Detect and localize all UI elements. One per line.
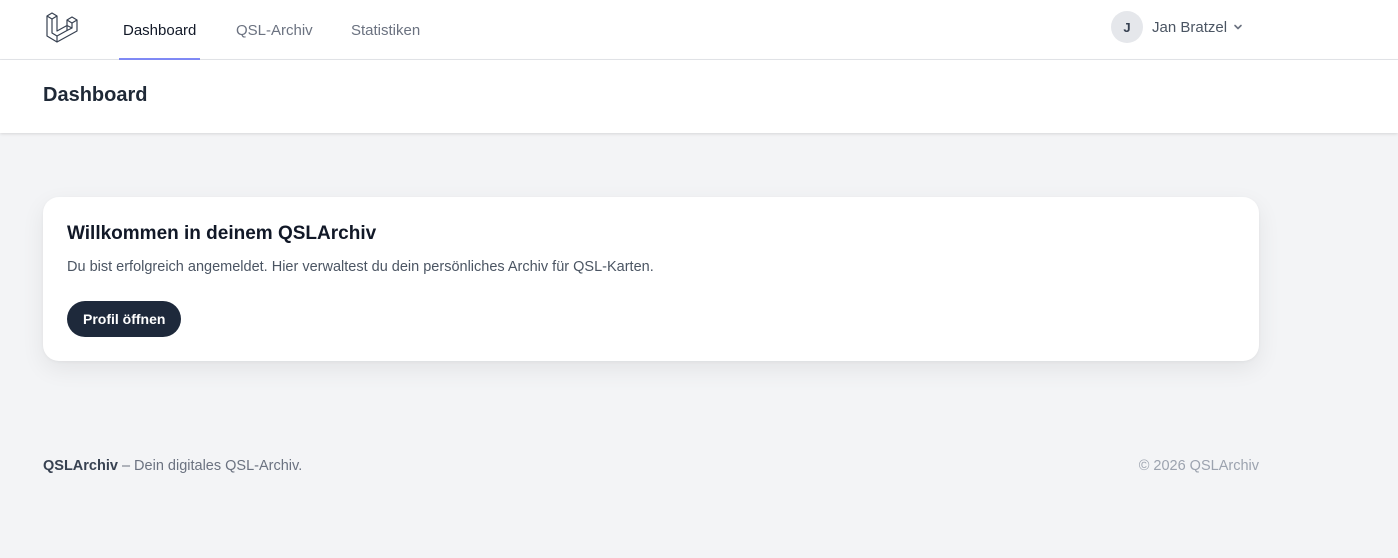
footer-tagline: QSLArchiv – Dein digitales QSL-Archiv. — [43, 458, 302, 474]
user-menu-dropdown[interactable]: J Jan Bratzel — [1111, 11, 1243, 43]
nav-link-qsl-archiv[interactable]: QSL-Archiv — [236, 0, 313, 60]
avatar: J — [1111, 11, 1143, 43]
nav-link-statistiken[interactable]: Statistiken — [351, 0, 420, 60]
footer-tagline-text: – Dein digitales QSL-Archiv. — [117, 458, 303, 474]
welcome-card: Willkommen in deinem QSLArchiv Du bist e… — [43, 197, 1259, 361]
welcome-text: Du bist erfolgreich angemeldet. Hier ver… — [67, 259, 654, 275]
page-header: Dashboard — [0, 60, 1398, 133]
top-navigation: Dashboard QSL-Archiv Statistiken J Jan B… — [0, 0, 1398, 60]
chevron-down-icon — [1234, 24, 1242, 30]
nav-link-dashboard[interactable]: Dashboard — [118, 0, 201, 60]
user-name: Jan Bratzel — [1152, 18, 1228, 36]
page-title: Dashboard — [43, 84, 148, 106]
footer-brand: QSLArchiv — [43, 458, 118, 474]
laravel-logo-icon[interactable] — [45, 11, 79, 45]
open-profile-button[interactable]: Profil öffnen — [67, 301, 182, 337]
welcome-title: Willkommen in deinem QSLArchiv — [67, 223, 377, 244]
footer-copyright: © 2026 QSLArchiv — [1138, 458, 1259, 474]
